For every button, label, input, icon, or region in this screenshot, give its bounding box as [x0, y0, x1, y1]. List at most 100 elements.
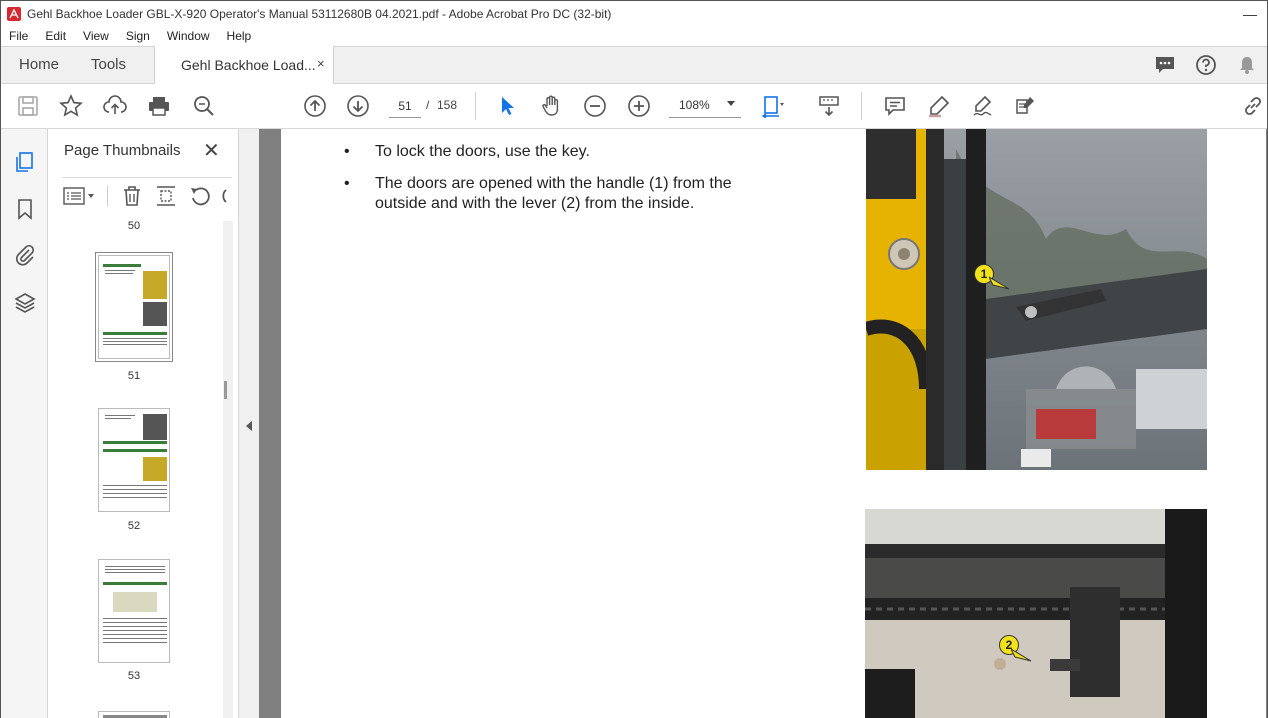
page-total: 158 — [437, 98, 458, 112]
fill-sign-icon[interactable] — [1013, 94, 1037, 118]
page-thumbnails-icon[interactable] — [13, 150, 37, 174]
more-tools-icon[interactable] — [218, 184, 228, 208]
tools-divider — [107, 186, 108, 206]
rotate-icon[interactable] — [188, 184, 212, 208]
tab-document[interactable]: Gehl Backhoe Load... × — [154, 46, 334, 85]
document-viewport[interactable]: • To lock the doors, use the key. • The … — [259, 129, 1267, 718]
zoom-in-icon[interactable] — [627, 94, 651, 118]
thumbnail-tools — [62, 177, 232, 213]
acrobat-icon — [7, 6, 21, 21]
chevron-down-icon — [727, 101, 735, 106]
thumb-text-line — [103, 485, 167, 486]
tab-bar: Home Tools Gehl Backhoe Load... × — [1, 46, 1267, 85]
thumb-image — [143, 302, 167, 326]
layers-icon[interactable] — [13, 291, 37, 315]
bullet-marker: • — [344, 175, 350, 192]
thumb-image — [143, 457, 167, 481]
thumb-text-line — [103, 493, 167, 494]
thumbnail-page-53[interactable] — [98, 559, 170, 663]
draw-sign-icon[interactable] — [971, 94, 995, 118]
toolbar-divider — [475, 92, 476, 120]
zoom-search-icon[interactable] — [192, 94, 216, 118]
bookmark-icon[interactable] — [13, 197, 37, 221]
page-number-input[interactable] — [389, 94, 421, 118]
thumb-image — [143, 414, 167, 440]
bullet-text: The doors are opened with the handle (1)… — [375, 175, 732, 212]
callout-pointer — [1011, 648, 1032, 662]
tab-tools[interactable]: Tools — [91, 56, 126, 73]
comment-bubble-icon[interactable] — [1154, 54, 1176, 76]
upload-cloud-icon[interactable] — [103, 94, 127, 118]
tab-home[interactable]: Home — [19, 56, 59, 73]
title-bar: Gehl Backhoe Loader GBL-X-920 Operator's… — [1, 1, 1267, 26]
close-tab-icon[interactable]: × — [317, 56, 325, 71]
thumbnail-page-52[interactable] — [98, 408, 170, 512]
thumbnail-page-label: 52 — [127, 520, 141, 532]
thumb-text-line — [103, 341, 167, 342]
thumb-text-line — [103, 489, 167, 490]
thumb-heading — [103, 449, 167, 452]
menu-file[interactable]: File — [9, 29, 28, 43]
share-link-icon[interactable] — [1241, 94, 1265, 118]
bullet-marker: • — [344, 143, 350, 160]
menu-window[interactable]: Window — [167, 29, 210, 43]
zoom-out-icon[interactable] — [583, 94, 607, 118]
delete-trash-icon[interactable] — [120, 184, 144, 208]
thumb-text-line — [105, 566, 165, 567]
thumbnail-page-label: 51 — [127, 370, 141, 382]
highlight-pen-icon[interactable] — [927, 94, 951, 118]
close-panel-icon[interactable]: ✕ — [203, 138, 220, 163]
scroll-mode-icon[interactable] — [817, 94, 841, 118]
menu-sign[interactable]: Sign — [126, 29, 150, 43]
thumb-text-line — [105, 415, 135, 416]
thumbnail-page-51[interactable] — [95, 252, 173, 362]
thumb-text-line — [103, 618, 167, 619]
thumbnail-scrollbar-thumb[interactable] — [224, 381, 227, 399]
collapse-arrow-icon[interactable] — [246, 421, 252, 431]
zoom-level-dropdown[interactable]: 108% — [669, 94, 741, 118]
thumb-text-line — [105, 418, 131, 419]
door-handle-photo — [866, 129, 1207, 470]
page-separator: / — [426, 98, 430, 112]
thumb-text-line — [105, 569, 165, 570]
hand-tool-icon[interactable] — [539, 94, 563, 118]
notification-bell-icon[interactable] — [1236, 54, 1258, 76]
menu-bar: File Edit View Sign Window Help — [1, 26, 1267, 46]
bullet-text: To lock the doors, use the key. — [375, 143, 590, 160]
minimize-icon[interactable]: — — [1243, 6, 1257, 22]
thumb-text-line — [103, 638, 167, 639]
save-icon[interactable] — [16, 94, 40, 118]
bookmark-star-icon[interactable] — [59, 94, 83, 118]
thumb-text-line — [103, 344, 167, 345]
pdf-page: • To lock the doors, use the key. • The … — [281, 129, 1266, 718]
thumb-text-line — [103, 497, 167, 498]
thumb-text-line — [103, 626, 167, 627]
panel-collapse-strip[interactable] — [239, 129, 259, 718]
thumb-image — [113, 592, 157, 612]
tab-document-label: Gehl Backhoe Load... — [181, 57, 316, 73]
select-cursor-icon[interactable] — [495, 94, 519, 118]
add-comment-icon[interactable] — [883, 94, 907, 118]
menu-edit[interactable]: Edit — [45, 29, 66, 43]
next-page-icon[interactable] — [346, 94, 370, 118]
thumb-text-line — [103, 338, 167, 339]
fit-page-icon[interactable] — [761, 94, 785, 118]
previous-page-icon[interactable] — [303, 94, 327, 118]
thumbnail-page-54[interactable] — [98, 711, 170, 718]
thumb-text-line — [103, 622, 167, 623]
thumb-image — [143, 271, 167, 299]
thumb-text-line — [105, 273, 133, 274]
print-icon[interactable] — [147, 94, 171, 118]
menu-view[interactable]: View — [83, 29, 109, 43]
thumb-heading — [103, 332, 167, 335]
thumbnail-options-icon[interactable] — [62, 184, 98, 208]
thumb-heading — [103, 441, 167, 444]
door-lever-photo — [865, 509, 1207, 718]
thumb-text-line — [105, 572, 165, 573]
extract-pages-icon[interactable] — [154, 184, 178, 208]
thumbnail-scrollbar[interactable] — [223, 221, 233, 718]
help-icon[interactable] — [1195, 54, 1217, 76]
attachment-paperclip-icon[interactable] — [13, 243, 37, 267]
thumb-text-line — [103, 634, 167, 635]
menu-help[interactable]: Help — [227, 29, 252, 43]
